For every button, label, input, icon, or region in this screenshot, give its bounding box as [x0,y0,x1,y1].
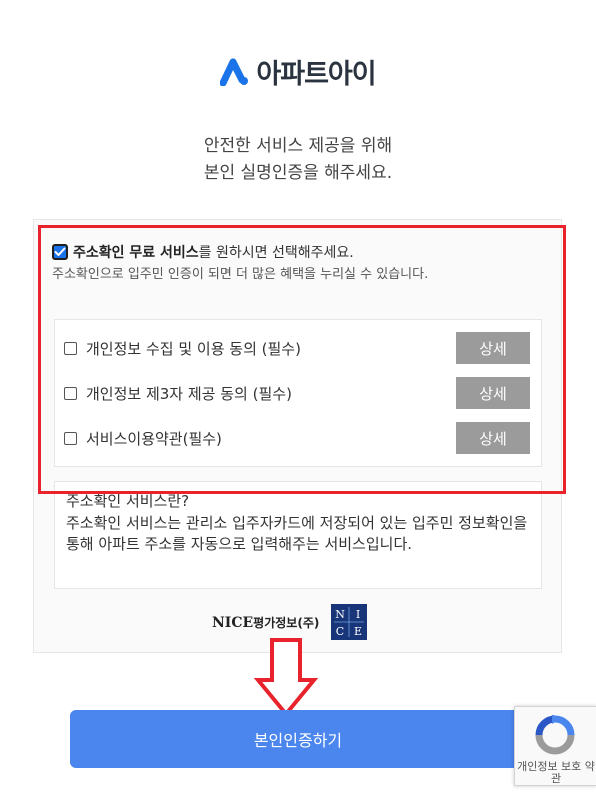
verify-identity-button[interactable]: 본인인증하기 [70,710,526,768]
provider-name: NICE평가정보(주) [212,614,319,631]
term-row-privacy-collection: 개인정보 수집 및 이용 동의 (필수) 상세 [64,332,530,364]
recaptcha-badge[interactable]: 개인정보 보호 약관 [514,706,596,786]
address-service-label[interactable]: 주소확인 무료 서비스를 원하시면 선택해주세요. [73,244,354,262]
app-logo: 아파트아이 [0,52,596,91]
check-icon [54,247,66,256]
nice-logo-letter: N [336,608,346,621]
service-terms-checkbox[interactable] [64,431,77,445]
privacy-collection-checkbox[interactable] [64,341,77,355]
logo-text: 아파트아이 [256,59,376,90]
info-body: 주소확인 서비스는 관리소 입주자카드에 저장되어 있는 입주민 정보확인을 통… [66,514,528,553]
address-service-label-rest: 를 원하시면 선택해주세요. [198,245,354,261]
info-title: 주소확인 서비스란? [66,492,190,510]
apti-logo-icon [220,58,249,86]
privacy-collection-detail-button[interactable]: 상세 [456,332,530,364]
term-row-third-party: 개인정보 제3자 제공 동의 (필수) 상세 [64,377,530,409]
nice-logo-letter: E [354,625,362,638]
term-row-service-terms: 서비스이용약관(필수) 상세 [64,422,530,454]
address-service-description: 주소확인으로 입주민 인증이 되면 더 많은 혜택을 누리실 수 있습니다. [52,267,429,282]
nice-logo-letter: I [356,608,360,621]
intro-line-2: 본인 실명인증을 해주세요. [203,163,393,183]
nice-logo-icon: N I C E [331,604,368,640]
intro-line-1: 안전한 서비스 제공을 위해 [203,136,393,156]
provider-badge: NICE평가정보(주) N I C E [212,604,368,640]
address-service-label-bold: 주소확인 무료 서비스 [73,245,199,261]
recaptcha-icon [535,715,575,755]
term-label[interactable]: 서비스이용약관(필수) [86,428,456,449]
nice-logo-letter: C [336,625,344,638]
third-party-detail-button[interactable]: 상세 [456,377,530,409]
third-party-checkbox[interactable] [64,386,77,400]
recaptcha-terms-link[interactable]: 개인정보 보호 약관 [515,761,596,785]
term-label[interactable]: 개인정보 수집 및 이용 동의 (필수) [86,338,456,359]
service-terms-detail-button[interactable]: 상세 [456,422,530,454]
address-service-checkbox[interactable] [52,244,68,260]
provider-name-en: NICE [212,614,254,631]
provider-name-kr: 평가정보(주) [253,615,320,630]
down-arrow-icon [254,638,318,718]
term-label[interactable]: 개인정보 제3자 제공 동의 (필수) [86,383,456,404]
intro-text: 안전한 서비스 제공을 위해 본인 실명인증을 해주세요. [0,133,596,187]
